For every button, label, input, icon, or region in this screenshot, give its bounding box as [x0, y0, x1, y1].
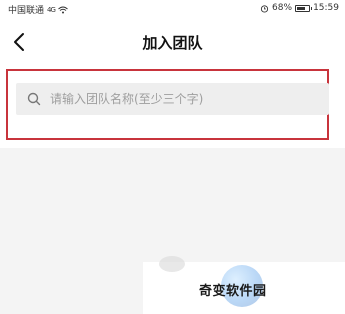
battery-fill: [297, 6, 305, 10]
watermark-text: 奇变软件园: [199, 284, 267, 299]
watermark: 奇变软件园: [143, 256, 345, 314]
status-left: 中国联通 4G: [8, 3, 68, 16]
battery-label: 68%: [272, 3, 293, 13]
wifi-icon: [58, 6, 68, 13]
screen: 中国联通 4G 68% 15:59 加入团队 请输入团队名称(至少三个字) 奇变…: [0, 0, 345, 314]
search-icon: [27, 92, 41, 106]
status-bar: 中国联通 4G 68% 15:59: [0, 0, 345, 18]
search-box[interactable]: [16, 83, 329, 115]
search-input[interactable]: [50, 83, 320, 115]
battery-icon: [295, 4, 313, 12]
page-title: 加入团队: [142, 34, 203, 52]
search-area: [0, 66, 345, 148]
watermark-smudge: [159, 256, 185, 272]
carrier-label: 中国联通: [8, 6, 45, 16]
status-right: 68% 15:59: [260, 3, 339, 13]
header: 加入团队: [0, 18, 345, 66]
alarm-icon: [260, 4, 269, 13]
time-label: 15:59: [313, 3, 339, 13]
network-label: 4G: [47, 5, 56, 14]
